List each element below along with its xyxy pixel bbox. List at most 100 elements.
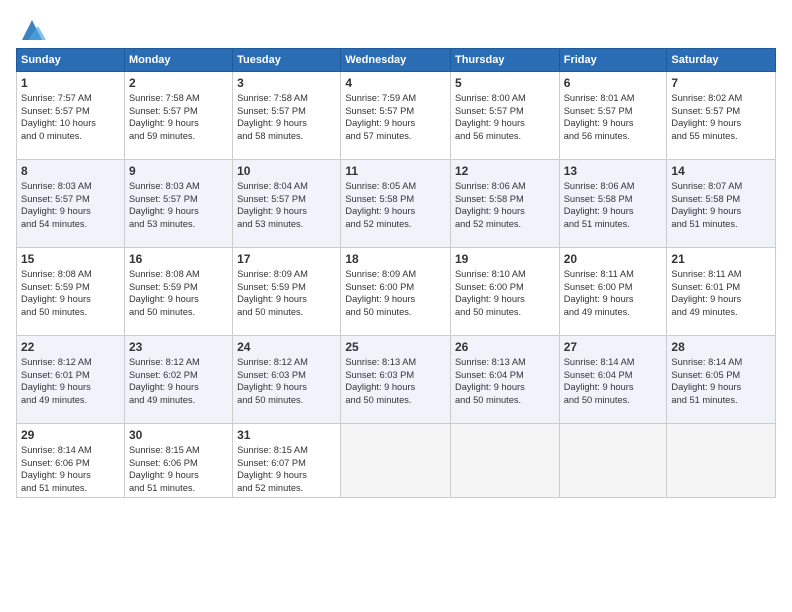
calendar-day-cell: 9Sunrise: 8:03 AM Sunset: 5:57 PM Daylig… [124, 160, 232, 248]
calendar-header-sunday: Sunday [17, 49, 125, 72]
calendar-header-monday: Monday [124, 49, 232, 72]
day-info: Sunrise: 7:58 AM Sunset: 5:57 PM Dayligh… [129, 92, 228, 142]
calendar-day-cell: 24Sunrise: 8:12 AM Sunset: 6:03 PM Dayli… [233, 336, 341, 424]
calendar-day-cell: 1Sunrise: 7:57 AM Sunset: 5:57 PM Daylig… [17, 72, 125, 160]
calendar-day-cell: 11Sunrise: 8:05 AM Sunset: 5:58 PM Dayli… [341, 160, 451, 248]
calendar-day-cell: 22Sunrise: 8:12 AM Sunset: 6:01 PM Dayli… [17, 336, 125, 424]
calendar-header-thursday: Thursday [450, 49, 559, 72]
day-info: Sunrise: 8:09 AM Sunset: 5:59 PM Dayligh… [237, 268, 336, 318]
calendar-day-cell [341, 424, 451, 498]
calendar-day-cell: 17Sunrise: 8:09 AM Sunset: 5:59 PM Dayli… [233, 248, 341, 336]
day-info: Sunrise: 8:06 AM Sunset: 5:58 PM Dayligh… [564, 180, 663, 230]
day-number: 22 [21, 339, 120, 355]
day-info: Sunrise: 8:12 AM Sunset: 6:03 PM Dayligh… [237, 356, 336, 406]
day-info: Sunrise: 8:14 AM Sunset: 6:04 PM Dayligh… [564, 356, 663, 406]
day-number: 10 [237, 163, 336, 179]
day-number: 16 [129, 251, 228, 267]
calendar-day-cell: 21Sunrise: 8:11 AM Sunset: 6:01 PM Dayli… [667, 248, 776, 336]
day-info: Sunrise: 8:11 AM Sunset: 6:00 PM Dayligh… [564, 268, 663, 318]
day-number: 25 [345, 339, 446, 355]
day-info: Sunrise: 8:03 AM Sunset: 5:57 PM Dayligh… [21, 180, 120, 230]
calendar-week-row: 1Sunrise: 7:57 AM Sunset: 5:57 PM Daylig… [17, 72, 776, 160]
day-number: 30 [129, 427, 228, 443]
calendar-day-cell: 3Sunrise: 7:58 AM Sunset: 5:57 PM Daylig… [233, 72, 341, 160]
calendar-header-saturday: Saturday [667, 49, 776, 72]
header [16, 16, 776, 38]
day-info: Sunrise: 8:13 AM Sunset: 6:04 PM Dayligh… [455, 356, 555, 406]
day-info: Sunrise: 8:13 AM Sunset: 6:03 PM Dayligh… [345, 356, 446, 406]
day-number: 31 [237, 427, 336, 443]
calendar-day-cell: 14Sunrise: 8:07 AM Sunset: 5:58 PM Dayli… [667, 160, 776, 248]
calendar-week-row: 22Sunrise: 8:12 AM Sunset: 6:01 PM Dayli… [17, 336, 776, 424]
day-info: Sunrise: 8:03 AM Sunset: 5:57 PM Dayligh… [129, 180, 228, 230]
day-number: 21 [671, 251, 771, 267]
day-number: 28 [671, 339, 771, 355]
day-info: Sunrise: 8:14 AM Sunset: 6:05 PM Dayligh… [671, 356, 771, 406]
day-info: Sunrise: 8:04 AM Sunset: 5:57 PM Dayligh… [237, 180, 336, 230]
calendar-header-friday: Friday [559, 49, 667, 72]
day-info: Sunrise: 8:08 AM Sunset: 5:59 PM Dayligh… [21, 268, 120, 318]
day-number: 6 [564, 75, 663, 91]
day-number: 29 [21, 427, 120, 443]
calendar-day-cell: 19Sunrise: 8:10 AM Sunset: 6:00 PM Dayli… [450, 248, 559, 336]
day-number: 15 [21, 251, 120, 267]
day-number: 13 [564, 163, 663, 179]
calendar-day-cell [450, 424, 559, 498]
calendar-day-cell: 29Sunrise: 8:14 AM Sunset: 6:06 PM Dayli… [17, 424, 125, 498]
day-number: 1 [21, 75, 120, 91]
calendar-day-cell: 31Sunrise: 8:15 AM Sunset: 6:07 PM Dayli… [233, 424, 341, 498]
day-info: Sunrise: 8:14 AM Sunset: 6:06 PM Dayligh… [21, 444, 120, 494]
day-info: Sunrise: 8:06 AM Sunset: 5:58 PM Dayligh… [455, 180, 555, 230]
day-number: 27 [564, 339, 663, 355]
calendar-table: SundayMondayTuesdayWednesdayThursdayFrid… [16, 48, 776, 498]
day-info: Sunrise: 8:12 AM Sunset: 6:02 PM Dayligh… [129, 356, 228, 406]
calendar-day-cell: 20Sunrise: 8:11 AM Sunset: 6:00 PM Dayli… [559, 248, 667, 336]
day-number: 9 [129, 163, 228, 179]
day-number: 24 [237, 339, 336, 355]
day-number: 14 [671, 163, 771, 179]
calendar-day-cell: 12Sunrise: 8:06 AM Sunset: 5:58 PM Dayli… [450, 160, 559, 248]
day-number: 8 [21, 163, 120, 179]
calendar-week-row: 15Sunrise: 8:08 AM Sunset: 5:59 PM Dayli… [17, 248, 776, 336]
day-number: 3 [237, 75, 336, 91]
day-info: Sunrise: 8:15 AM Sunset: 6:07 PM Dayligh… [237, 444, 336, 494]
calendar-day-cell: 25Sunrise: 8:13 AM Sunset: 6:03 PM Dayli… [341, 336, 451, 424]
calendar-day-cell: 8Sunrise: 8:03 AM Sunset: 5:57 PM Daylig… [17, 160, 125, 248]
day-number: 2 [129, 75, 228, 91]
calendar-day-cell: 2Sunrise: 7:58 AM Sunset: 5:57 PM Daylig… [124, 72, 232, 160]
calendar-day-cell: 18Sunrise: 8:09 AM Sunset: 6:00 PM Dayli… [341, 248, 451, 336]
calendar-week-row: 8Sunrise: 8:03 AM Sunset: 5:57 PM Daylig… [17, 160, 776, 248]
day-info: Sunrise: 8:15 AM Sunset: 6:06 PM Dayligh… [129, 444, 228, 494]
day-number: 12 [455, 163, 555, 179]
calendar-header-wednesday: Wednesday [341, 49, 451, 72]
calendar-day-cell: 7Sunrise: 8:02 AM Sunset: 5:57 PM Daylig… [667, 72, 776, 160]
day-info: Sunrise: 7:58 AM Sunset: 5:57 PM Dayligh… [237, 92, 336, 142]
calendar-day-cell: 5Sunrise: 8:00 AM Sunset: 5:57 PM Daylig… [450, 72, 559, 160]
day-info: Sunrise: 8:09 AM Sunset: 6:00 PM Dayligh… [345, 268, 446, 318]
day-info: Sunrise: 8:00 AM Sunset: 5:57 PM Dayligh… [455, 92, 555, 142]
day-info: Sunrise: 8:12 AM Sunset: 6:01 PM Dayligh… [21, 356, 120, 406]
day-number: 18 [345, 251, 446, 267]
day-number: 11 [345, 163, 446, 179]
day-info: Sunrise: 7:59 AM Sunset: 5:57 PM Dayligh… [345, 92, 446, 142]
page-container: SundayMondayTuesdayWednesdayThursdayFrid… [0, 0, 792, 506]
day-info: Sunrise: 8:10 AM Sunset: 6:00 PM Dayligh… [455, 268, 555, 318]
day-info: Sunrise: 8:05 AM Sunset: 5:58 PM Dayligh… [345, 180, 446, 230]
calendar-day-cell: 15Sunrise: 8:08 AM Sunset: 5:59 PM Dayli… [17, 248, 125, 336]
calendar-day-cell: 10Sunrise: 8:04 AM Sunset: 5:57 PM Dayli… [233, 160, 341, 248]
calendar-day-cell: 13Sunrise: 8:06 AM Sunset: 5:58 PM Dayli… [559, 160, 667, 248]
calendar-day-cell [559, 424, 667, 498]
day-info: Sunrise: 8:11 AM Sunset: 6:01 PM Dayligh… [671, 268, 771, 318]
day-number: 19 [455, 251, 555, 267]
day-number: 4 [345, 75, 446, 91]
calendar-day-cell: 6Sunrise: 8:01 AM Sunset: 5:57 PM Daylig… [559, 72, 667, 160]
day-info: Sunrise: 7:57 AM Sunset: 5:57 PM Dayligh… [21, 92, 120, 142]
calendar-header-row: SundayMondayTuesdayWednesdayThursdayFrid… [17, 49, 776, 72]
calendar-header-tuesday: Tuesday [233, 49, 341, 72]
day-info: Sunrise: 8:07 AM Sunset: 5:58 PM Dayligh… [671, 180, 771, 230]
calendar-day-cell: 23Sunrise: 8:12 AM Sunset: 6:02 PM Dayli… [124, 336, 232, 424]
day-info: Sunrise: 8:01 AM Sunset: 5:57 PM Dayligh… [564, 92, 663, 142]
day-info: Sunrise: 8:08 AM Sunset: 5:59 PM Dayligh… [129, 268, 228, 318]
logo [16, 16, 46, 38]
day-info: Sunrise: 8:02 AM Sunset: 5:57 PM Dayligh… [671, 92, 771, 142]
